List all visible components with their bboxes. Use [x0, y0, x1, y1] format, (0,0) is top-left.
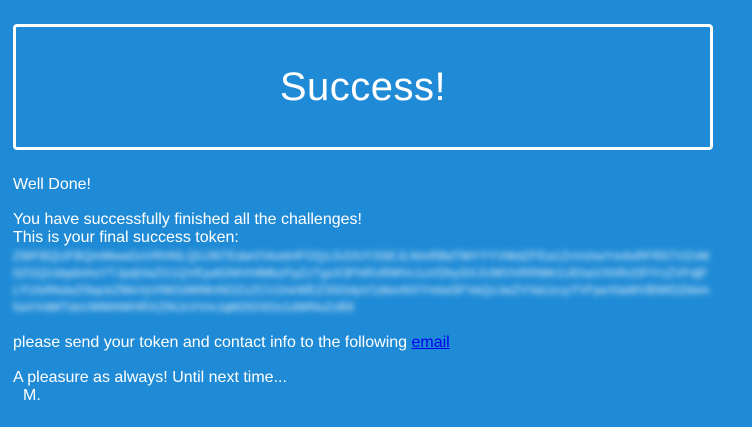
- success-banner: Success!: [13, 24, 713, 150]
- send-prefix-text: please send your token and contact info …: [13, 334, 412, 351]
- finished-text: You have successfully finished all the c…: [13, 211, 362, 228]
- signature: M.: [23, 387, 41, 404]
- message-body: Well Done! You have successfully finishe…: [13, 176, 713, 405]
- success-token: ZWFBQUFBQmMwaGxVRHNLQUJNTEdwVVkxbHFOQzJU…: [13, 249, 710, 314]
- send-instructions: please send your token and contact info …: [13, 334, 713, 352]
- closing-text: A pleasure as always! Until next time...: [13, 369, 287, 386]
- well-done-text: Well Done!: [13, 176, 91, 193]
- page-title: Success!: [279, 65, 447, 109]
- email-link[interactable]: email: [411, 334, 449, 351]
- token-intro-text: This is your final success token:: [13, 229, 239, 246]
